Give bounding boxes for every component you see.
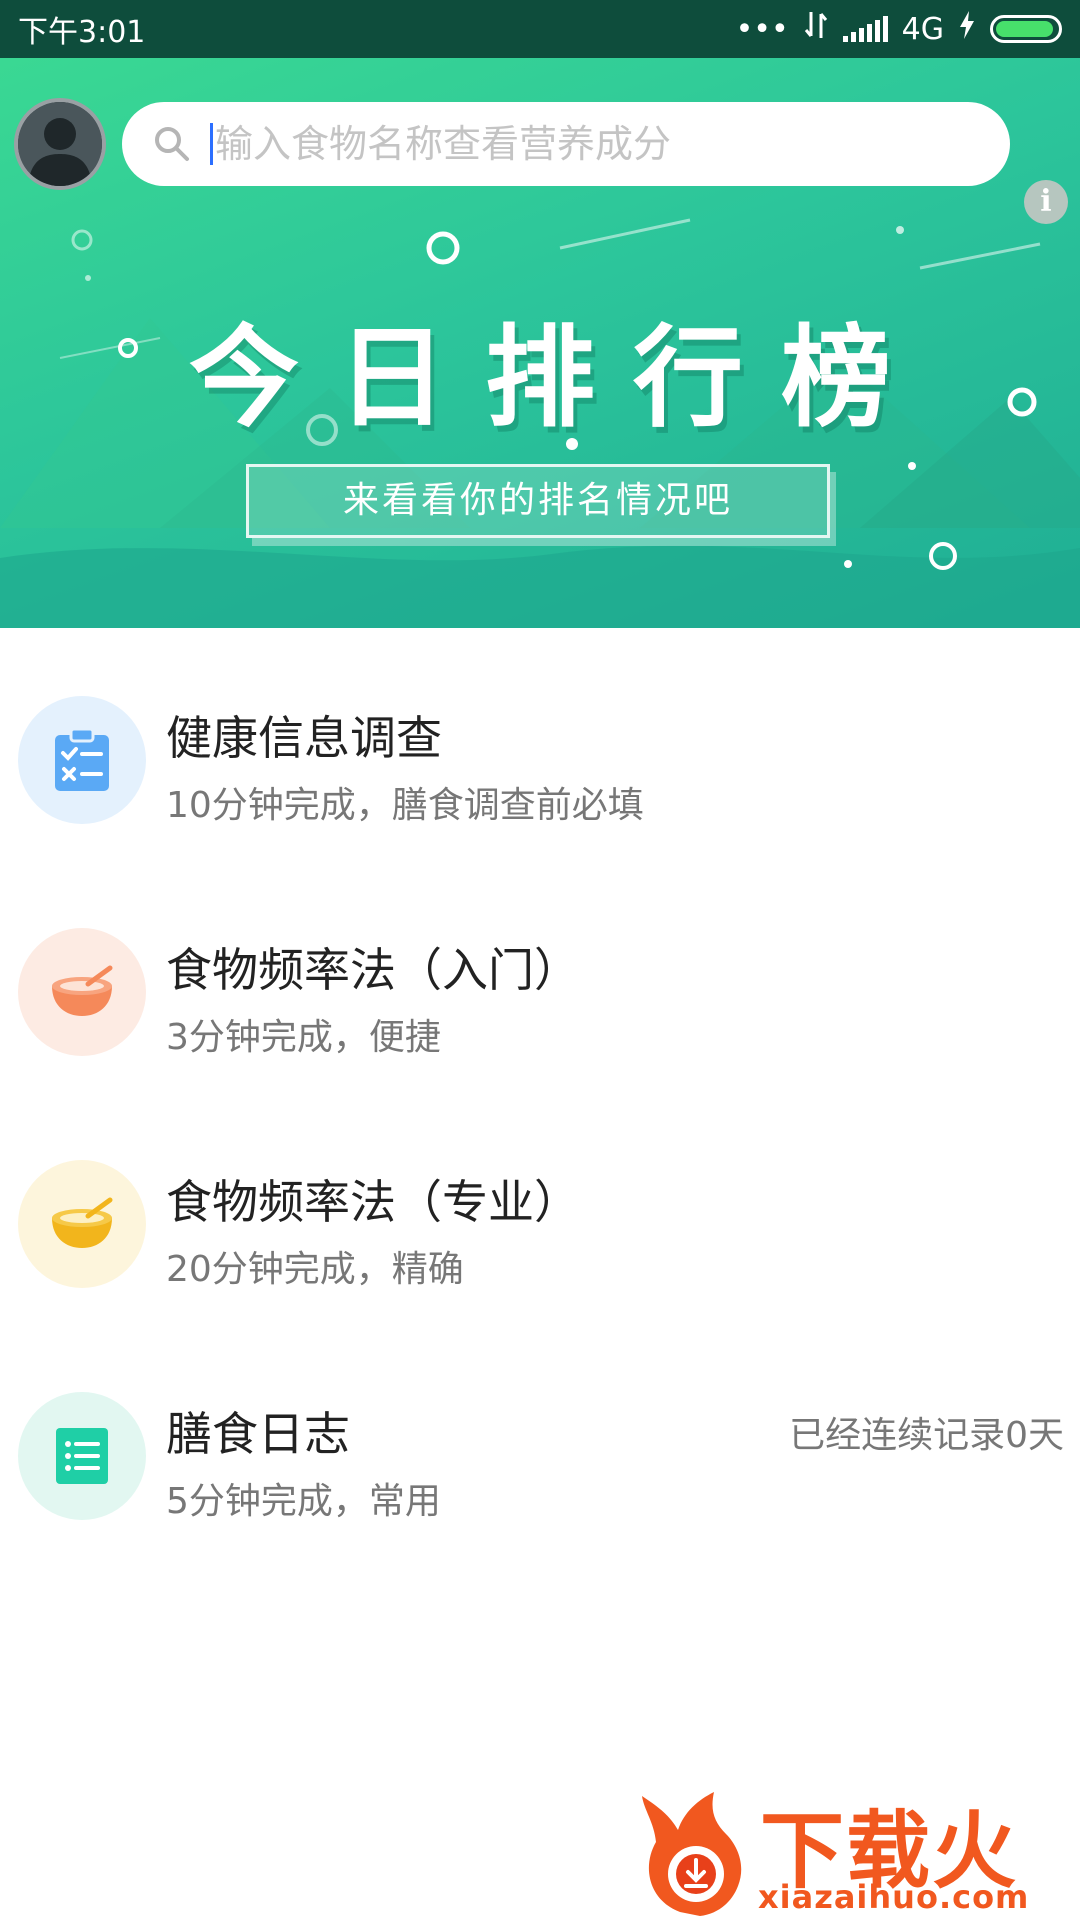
more-dots-icon: ••• xyxy=(735,11,789,47)
banner-subtitle: 来看看你的排名情况吧 xyxy=(246,464,830,538)
list-item-food-frequency-pro[interactable]: 食物频率法（专业） 20分钟完成，精确 xyxy=(0,1130,1080,1330)
search-input[interactable] xyxy=(215,122,915,166)
list-item-title: 食物频率法（入门） xyxy=(166,943,580,997)
list-item-food-frequency-basic[interactable]: 食物频率法（入门） 3分钟完成，便捷 xyxy=(0,898,1080,1098)
info-icon[interactable]: i xyxy=(1024,180,1068,224)
ranking-banner[interactable]: i 今日排行榜 来看看你的排名情况吧 xyxy=(0,58,1080,628)
person-icon xyxy=(18,102,102,186)
text-cursor xyxy=(210,123,213,165)
list-item-title: 膳食日志 xyxy=(166,1407,350,1461)
search-icon xyxy=(155,127,189,161)
list-item-subtitle: 3分钟完成，便捷 xyxy=(166,1017,441,1058)
signal-icon xyxy=(842,16,888,42)
watermark-domain: xiazaihuo.com xyxy=(758,1878,1030,1916)
user-avatar[interactable] xyxy=(14,98,106,190)
bowl-icon xyxy=(18,1160,146,1288)
banner-title: 今日排行榜 xyxy=(189,314,929,442)
food-search-bar[interactable] xyxy=(122,102,1010,186)
watermark-logo: 下载火 xiazaihuo.com xyxy=(640,1782,1080,1920)
list-item-subtitle: 10分钟完成，膳食调查前必填 xyxy=(166,785,644,826)
list-item-diet-log[interactable]: 膳食日志 5分钟完成，常用 已经连续记录0天 xyxy=(0,1362,1080,1562)
list-icon xyxy=(18,1392,146,1520)
data-transfer-icon xyxy=(803,10,829,48)
charging-icon xyxy=(958,10,976,48)
bowl-icon xyxy=(18,928,146,1056)
flame-logo-icon xyxy=(642,1792,742,1916)
battery-icon xyxy=(990,15,1062,43)
list-item-subtitle: 20分钟完成，精确 xyxy=(166,1249,464,1290)
status-icons: ••• 4G xyxy=(736,10,1062,48)
list-item-subtitle: 5分钟完成，常用 xyxy=(166,1481,441,1522)
list-item-title: 健康信息调查 xyxy=(166,711,442,765)
list-item-title: 食物频率法（专业） xyxy=(166,1175,580,1229)
network-type: 4G xyxy=(901,11,944,47)
list-item-health-survey[interactable]: 健康信息调查 10分钟完成，膳食调查前必填 xyxy=(0,666,1080,866)
streak-counter: 已经连续记录0天 xyxy=(789,1415,1064,1456)
status-bar: 下午3:01 ••• 4G xyxy=(0,0,1080,58)
status-time: 下午3:01 xyxy=(18,15,146,50)
clipboard-checklist-icon xyxy=(18,696,146,824)
